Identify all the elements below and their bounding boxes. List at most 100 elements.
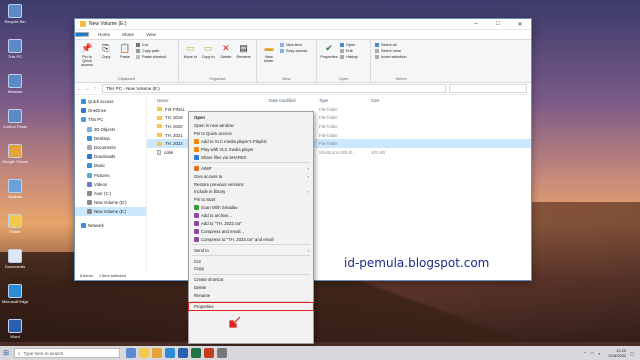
desktop-icon[interactable]: Google Chrome: [2, 144, 28, 176]
menu-item-copy[interactable]: Copy: [189, 265, 313, 273]
easy-access-icon: [280, 49, 284, 53]
nav-item-documents[interactable]: Documents: [75, 143, 146, 152]
clock[interactable]: 12:20 2/16/2022: [604, 348, 626, 358]
menu-separator: [192, 162, 310, 164]
nav-item-3d-objects[interactable]: 3D Objects: [75, 125, 146, 134]
menu-item-shareit[interactable]: Share files via SHAREit: [189, 153, 313, 161]
column-name[interactable]: Name: [147, 98, 269, 103]
desktop-icon[interactable]: Network: [3, 74, 27, 106]
delete-icon: ✕: [222, 42, 230, 53]
nav-item-network[interactable]: Network: [75, 220, 146, 229]
nav-item-onedrive[interactable]: OneDrive: [75, 106, 146, 115]
nav-item-videos[interactable]: Videos: [75, 180, 146, 189]
column-type[interactable]: Type: [319, 98, 371, 103]
minimize-button[interactable]: –: [465, 19, 487, 30]
picture-icon: [87, 172, 92, 178]
menu-item-vlc-play[interactable]: Play with VLC media player: [189, 146, 313, 154]
excel-icon[interactable]: [191, 348, 201, 358]
menu-item-create-shortcut[interactable]: Create shortcut: [189, 276, 313, 284]
smadav-icon: [194, 205, 199, 211]
menu-item-pin-start[interactable]: Pin to Start: [189, 196, 313, 204]
folder-icon: [157, 133, 162, 138]
address-bar[interactable]: This PC › New Volume (E:): [102, 84, 446, 93]
tab-file[interactable]: File: [75, 32, 89, 40]
nav-item-desktop[interactable]: Desktop: [75, 134, 146, 143]
nav-item-pictures[interactable]: Pictures: [75, 171, 146, 180]
tab-view[interactable]: View: [140, 30, 162, 39]
easy-access-button[interactable]: Easy access: [280, 48, 307, 54]
menu-item-compress-email[interactable]: Compress and email...: [189, 227, 313, 235]
nav-item-drive-c[interactable]: Acer (C:): [75, 189, 146, 198]
paste-shortcut-button[interactable]: Paste shortcut: [136, 54, 166, 60]
chevron-up-icon[interactable]: ⌃: [583, 351, 586, 356]
window-title: New Volume (E:): [89, 21, 127, 27]
column-date[interactable]: Date modified: [269, 98, 319, 103]
start-button[interactable]: ⊞: [0, 346, 12, 360]
group-label: New: [282, 76, 291, 81]
menu-item-cut[interactable]: Cut: [189, 257, 313, 265]
desktop-icon[interactable]: Folder: [3, 214, 27, 246]
menu-item-add-rar[interactable]: Add to "TH. 2022.rar": [189, 220, 313, 228]
file-explorer-icon[interactable]: [139, 348, 149, 358]
desktop-icon[interactable]: Control Panel: [3, 109, 27, 141]
menu-separator: [192, 300, 310, 302]
tab-share[interactable]: Share: [116, 30, 140, 39]
menu-item-properties[interactable]: Properties: [188, 301, 314, 312]
menu-item-open-new-window[interactable]: Open in new window: [189, 122, 313, 130]
menu-item-pin-quick-access[interactable]: Pin to Quick access: [189, 130, 313, 138]
menu-item-delete[interactable]: Delete: [189, 284, 313, 292]
close-button[interactable]: ✕: [509, 19, 531, 30]
aimp-icon: [194, 165, 199, 171]
tab-home[interactable]: Home: [92, 30, 116, 39]
chrome-icon[interactable]: [152, 348, 162, 358]
menu-item-open[interactable]: Open: [189, 114, 313, 122]
nav-item-drive-d[interactable]: New Volume (D:): [75, 198, 146, 207]
desktop-icon[interactable]: This PC: [3, 39, 27, 71]
up-button[interactable]: ↑: [91, 86, 99, 92]
edge-icon[interactable]: [165, 348, 175, 358]
powerpoint-icon[interactable]: [204, 348, 214, 358]
menu-item-send-to[interactable]: Send to ›: [189, 246, 313, 254]
search-input[interactable]: [449, 84, 527, 93]
desktop-icon[interactable]: Microsoft Edge: [2, 284, 28, 316]
desktop-icon[interactable]: Documents: [3, 249, 27, 281]
notification-icon[interactable]: ▢: [630, 351, 634, 356]
maximize-button[interactable]: □: [487, 19, 509, 30]
menu-item-include-library[interactable]: Include in library ›: [189, 188, 313, 196]
nav-item-music[interactable]: Music: [75, 161, 146, 170]
nav-item-drive-e[interactable]: New Volume (E:): [75, 207, 146, 217]
word-icon[interactable]: [178, 348, 188, 358]
nav-item-quick-access[interactable]: Quick access: [75, 97, 146, 106]
menu-item-rename[interactable]: Rename: [189, 292, 313, 300]
menu-item-vlc-playlist[interactable]: Add to VLC media player's Playlist: [189, 138, 313, 146]
edit-icon: [340, 49, 344, 53]
folder-icon: [157, 141, 162, 146]
column-size[interactable]: Size: [371, 98, 411, 103]
title-bar[interactable]: New Volume (E:) – □ ✕: [75, 19, 531, 30]
history-button[interactable]: History: [340, 54, 358, 60]
menu-item-aimp[interactable]: AIMP ›: [189, 164, 313, 172]
folder-icon: [80, 21, 86, 27]
forward-button[interactable]: →: [83, 86, 91, 92]
wifi-icon[interactable]: ◠: [591, 351, 595, 356]
cloud-icon: [81, 108, 86, 114]
menu-item-compress-rar-email[interactable]: Compress to "TH. 2022.rar" and email: [189, 235, 313, 243]
desktop-icon[interactable]: Aplikasi: [3, 179, 27, 211]
properties-icon: ✔: [325, 42, 333, 53]
back-button[interactable]: ←: [75, 86, 83, 92]
menu-item-smadav[interactable]: Scan With Smadav: [189, 204, 313, 212]
taskbar-search-input[interactable]: ⌕ Type here to search: [14, 348, 120, 358]
word-icon: [8, 319, 22, 333]
store-icon[interactable]: [217, 348, 227, 358]
menu-item-add-archive[interactable]: Add to archive...: [189, 212, 313, 220]
task-view-icon[interactable]: [126, 348, 136, 358]
nav-item-downloads[interactable]: Downloads: [75, 152, 146, 161]
desktop-icon[interactable]: Recycle Bin: [3, 4, 27, 36]
nav-item-this-pc[interactable]: This PC: [75, 115, 146, 124]
menu-item-give-access[interactable]: Give access to ›: [189, 172, 313, 180]
volume-icon[interactable]: ◖: [598, 351, 600, 356]
item-count: 6 items: [80, 273, 93, 278]
invert-selection-button[interactable]: Invert selection: [375, 54, 407, 60]
open-icon: [340, 43, 344, 47]
menu-item-restore-versions[interactable]: Restore previous versions: [189, 180, 313, 188]
